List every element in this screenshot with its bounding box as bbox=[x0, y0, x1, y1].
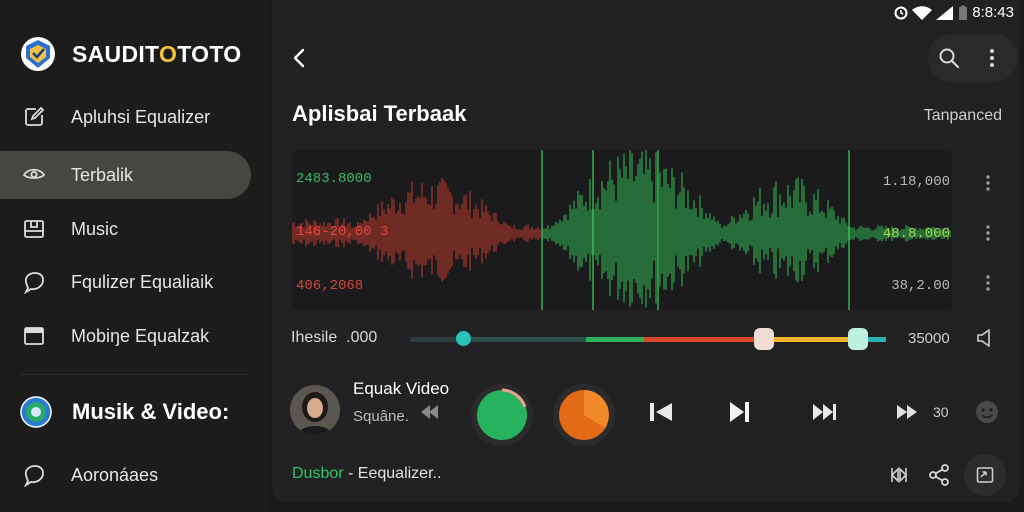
brand-name: SAUDITOTOTO bbox=[72, 40, 242, 67]
sort-label[interactable]: Tanpanced bbox=[924, 107, 1002, 125]
sidebar-item-label: Apluhsi Equalizer bbox=[71, 106, 211, 127]
waveform-graphic bbox=[291, 147, 951, 310]
search-icon[interactable] bbox=[938, 47, 960, 69]
sidebar: SAUDITOTOTO Apluhsi Equalizer Terbalik M… bbox=[0, 0, 268, 512]
window-icon bbox=[24, 327, 44, 345]
chat-bubble-icon bbox=[23, 272, 44, 294]
sidebar-item-terbalik[interactable]: Terbalik bbox=[0, 151, 251, 199]
waveform-left-label: 406,2068 bbox=[296, 278, 364, 294]
status-bar: 8:8:43 bbox=[894, 4, 1014, 21]
alarm-icon bbox=[894, 6, 908, 19]
skip-forward-icon[interactable] bbox=[896, 404, 920, 420]
sidebar-item-label: Terbalik bbox=[71, 164, 134, 185]
play-icon[interactable] bbox=[727, 400, 751, 424]
track-segment-red bbox=[644, 337, 764, 342]
sidebar-item-label: Music bbox=[71, 218, 119, 239]
cast-icon bbox=[976, 467, 994, 483]
cast-button[interactable] bbox=[964, 454, 1006, 496]
battery-icon bbox=[959, 5, 968, 20]
fast-forward-icon[interactable] bbox=[812, 403, 838, 421]
top-actions bbox=[928, 34, 1018, 82]
sidebar-section-title[interactable]: Musik & Video: bbox=[20, 396, 229, 428]
waveform-right-label: 48.8.000 bbox=[882, 226, 950, 242]
sidebar-item-fqulizer-equaliaik[interactable]: Fqulizer Equaliaik bbox=[0, 258, 251, 306]
waveform-panel bbox=[291, 147, 952, 310]
slider-label: Ihesile .000 bbox=[291, 329, 378, 346]
footer-text: Dusbor - Eequalizer.. bbox=[292, 465, 442, 482]
slider-end-handle[interactable] bbox=[848, 328, 868, 350]
sidebar-item-label: Fqulizer Equaliaik bbox=[71, 271, 214, 292]
sidebar-divider bbox=[20, 374, 247, 375]
rewind-icon[interactable] bbox=[418, 402, 440, 422]
back-arrow-icon[interactable] bbox=[289, 46, 311, 70]
signal-icon bbox=[936, 5, 954, 20]
track-segment-teal bbox=[464, 337, 586, 342]
more-vert-icon[interactable] bbox=[988, 47, 996, 69]
slider-end-value: 35000 bbox=[908, 330, 950, 347]
sidebar-item-label: Mobiŋe Equalzak bbox=[71, 325, 210, 346]
sidebar-item-music[interactable]: Music bbox=[0, 205, 251, 253]
equalizer-slider-track[interactable] bbox=[410, 337, 886, 342]
chat-bubble-icon bbox=[23, 465, 44, 487]
edit-icon bbox=[25, 106, 45, 126]
volume-icon[interactable] bbox=[975, 327, 997, 349]
eye-icon bbox=[22, 168, 46, 179]
page-title: Aplisbai Terbaak bbox=[292, 101, 467, 126]
orange-dial-button[interactable] bbox=[552, 383, 616, 447]
emoji-icon[interactable] bbox=[975, 400, 999, 424]
now-playing-subtitle: Squâne. bbox=[353, 408, 409, 425]
share-icon[interactable] bbox=[927, 463, 951, 487]
sidebar-item-mobile-equalzak[interactable]: Mobiŋe Equalzak bbox=[0, 312, 251, 360]
now-playing-title: Equak Video bbox=[353, 379, 450, 398]
track-segment-yellow bbox=[764, 337, 858, 342]
avatar[interactable] bbox=[290, 385, 340, 435]
wifi-icon bbox=[912, 5, 933, 20]
brand[interactable]: SAUDITOTOTO bbox=[20, 36, 241, 72]
slider-start-handle[interactable] bbox=[456, 331, 471, 346]
avatar-image bbox=[290, 385, 340, 435]
row-more-icon[interactable] bbox=[980, 174, 996, 192]
waveform-left-label: 2483.8000 bbox=[296, 171, 372, 187]
speed-label[interactable]: 30 bbox=[933, 404, 949, 420]
waveform-left-label: 146-20,00 3 bbox=[296, 224, 389, 240]
music-box-icon bbox=[24, 220, 44, 238]
skip-previous-icon[interactable] bbox=[648, 401, 674, 423]
slider-mid-handle[interactable] bbox=[754, 328, 774, 350]
repeat-icon[interactable] bbox=[889, 465, 909, 485]
sidebar-item-aoronaaes[interactable]: Aoronáaes bbox=[0, 451, 251, 499]
green-dial-button[interactable] bbox=[470, 383, 534, 447]
sidebar-item-apluhsi-equalizer[interactable]: Apluhsi Equalizer bbox=[0, 93, 251, 141]
sidebar-item-label: Aoronáaes bbox=[71, 464, 159, 485]
globe-icon bbox=[20, 396, 52, 428]
row-more-icon[interactable] bbox=[980, 274, 996, 292]
status-time: 8:8:43 bbox=[972, 4, 1014, 21]
waveform-right-label: 38,2.00 bbox=[891, 278, 950, 294]
brand-logo-icon bbox=[21, 37, 55, 71]
waveform-right-label: 1.18,000 bbox=[882, 174, 950, 190]
track-segment-green bbox=[586, 337, 644, 342]
row-more-icon[interactable] bbox=[980, 224, 996, 242]
